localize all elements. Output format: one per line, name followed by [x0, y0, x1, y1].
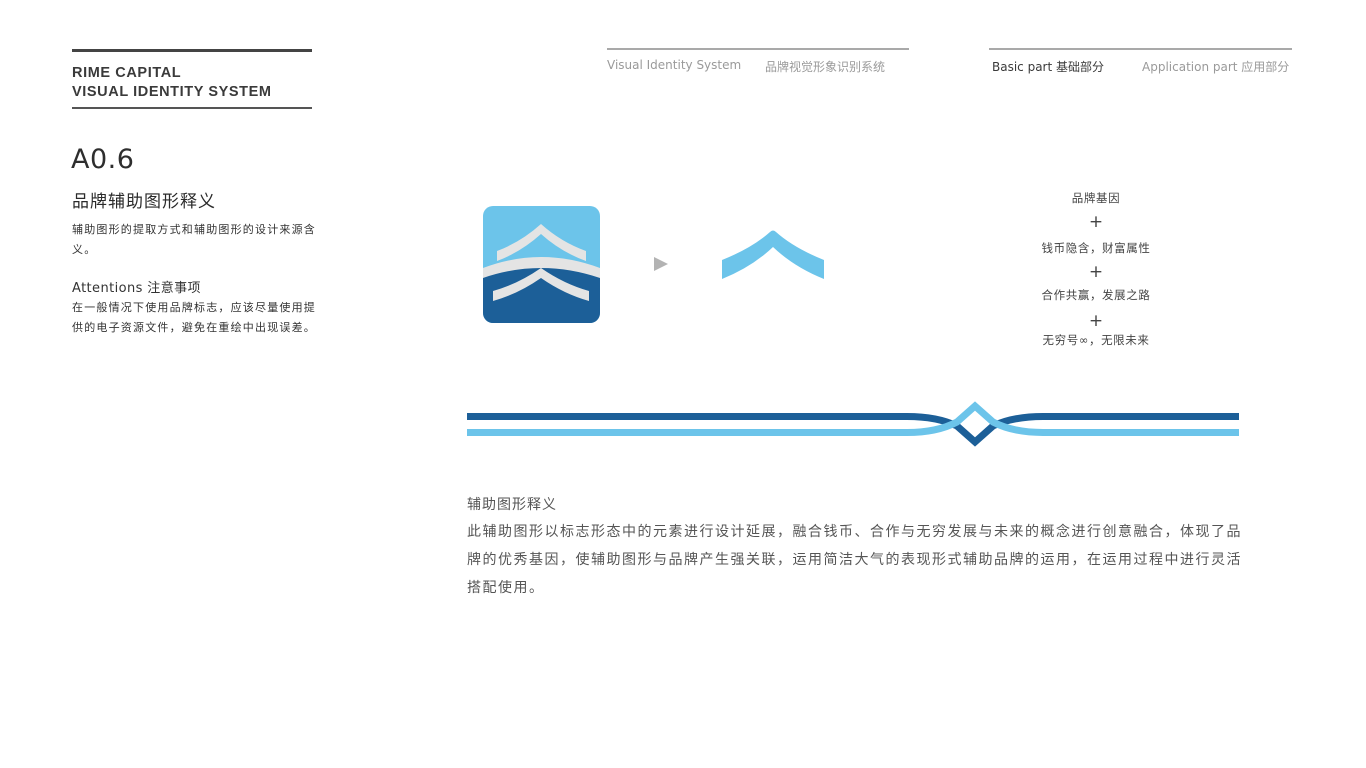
auxiliary-band-graphic	[467, 398, 1239, 450]
chevron-graphic-icon	[722, 230, 824, 280]
nav-application-part[interactable]: Application part 应用部分	[1142, 58, 1289, 75]
chevron-shape	[722, 230, 824, 279]
brand-gene-item: 无穷号∞，无限未来	[1042, 333, 1150, 347]
brand-subtitle: VISUAL IDENTITY SYSTEM	[72, 84, 272, 100]
brand-gene-title: 品牌基因	[1071, 191, 1121, 205]
chevron-svg	[722, 230, 824, 279]
nav-visual-identity-en[interactable]: Visual Identity System	[607, 58, 741, 72]
nav-rule-parts	[989, 48, 1292, 50]
brand-gene-item: 钱币隐含，财富属性	[1041, 241, 1151, 255]
plus-icon: +	[1088, 212, 1104, 232]
nav-rule-visual-identity	[607, 48, 909, 50]
brand-bottom-rule	[72, 107, 312, 109]
brand-name: RIME CAPITAL	[72, 65, 182, 81]
logo-svg	[483, 206, 600, 323]
attentions-title: Attentions 注意事项	[72, 281, 201, 296]
brand-top-rule	[72, 49, 312, 52]
explanation-title: 辅助图形释义	[467, 497, 557, 513]
nav-visual-identity-cn[interactable]: 品牌视觉形象识别系统	[765, 58, 885, 75]
nav-basic-part[interactable]: Basic part 基础部分	[992, 58, 1104, 75]
brand-gene-item: 合作共赢，发展之路	[1041, 288, 1151, 302]
attentions-text: 在一般情况下使用品牌标志，应该尽量使用提供的电子资源文件，避免在重绘中出现误差。	[72, 301, 316, 334]
section-description: 辅助图形的提取方式和辅助图形的设计来源含义。	[72, 223, 316, 256]
plus-icon: +	[1088, 311, 1104, 331]
section-title: 品牌辅助图形释义	[72, 192, 216, 212]
play-arrow-icon	[654, 257, 668, 271]
band-svg	[467, 401, 1239, 447]
explanation-body: 此辅助图形以标志形态中的元素进行设计延展，融合钱币、合作与无穷发展与未来的概念进…	[467, 524, 1242, 596]
plus-icon: +	[1088, 262, 1104, 282]
section-number: A0.6	[71, 144, 135, 175]
rime-capital-logo-icon	[483, 206, 600, 323]
